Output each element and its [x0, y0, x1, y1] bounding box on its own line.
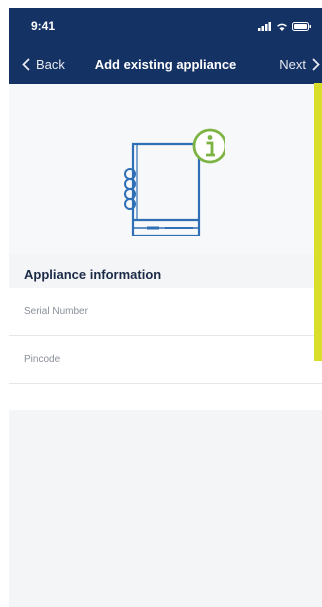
status-bar: 9:41: [9, 8, 322, 44]
back-button[interactable]: Back: [22, 57, 65, 72]
back-label: Back: [36, 56, 65, 72]
wifi-icon: [277, 23, 287, 31]
nav-bar: Back Add existing appliance Next: [9, 44, 322, 84]
status-time: 9:41: [31, 19, 56, 33]
section-title: Appliance information: [24, 267, 162, 282]
phone-screen: 9:41 Back Add existing appliance Next Ap…: [9, 8, 322, 607]
chevron-right-icon: [312, 57, 320, 71]
next-button[interactable]: Next: [279, 57, 320, 72]
highlight-strip: [314, 83, 322, 361]
serial-number-row: [9, 288, 322, 336]
serial-number-field[interactable]: [24, 306, 284, 317]
form-footer-spacer: [9, 384, 322, 410]
status-icons: [258, 21, 312, 31]
manual-book-icon: [124, 128, 225, 236]
chevron-left-icon: [22, 57, 30, 71]
pincode-row: [9, 336, 322, 384]
battery-icon: [292, 21, 311, 31]
next-label: Next: [279, 56, 306, 72]
section-header: Appliance information: [9, 254, 322, 288]
appliance-form: [9, 288, 322, 410]
signal-icon: [258, 21, 271, 31]
hero-area: [9, 84, 322, 254]
pincode-field[interactable]: [24, 354, 284, 365]
